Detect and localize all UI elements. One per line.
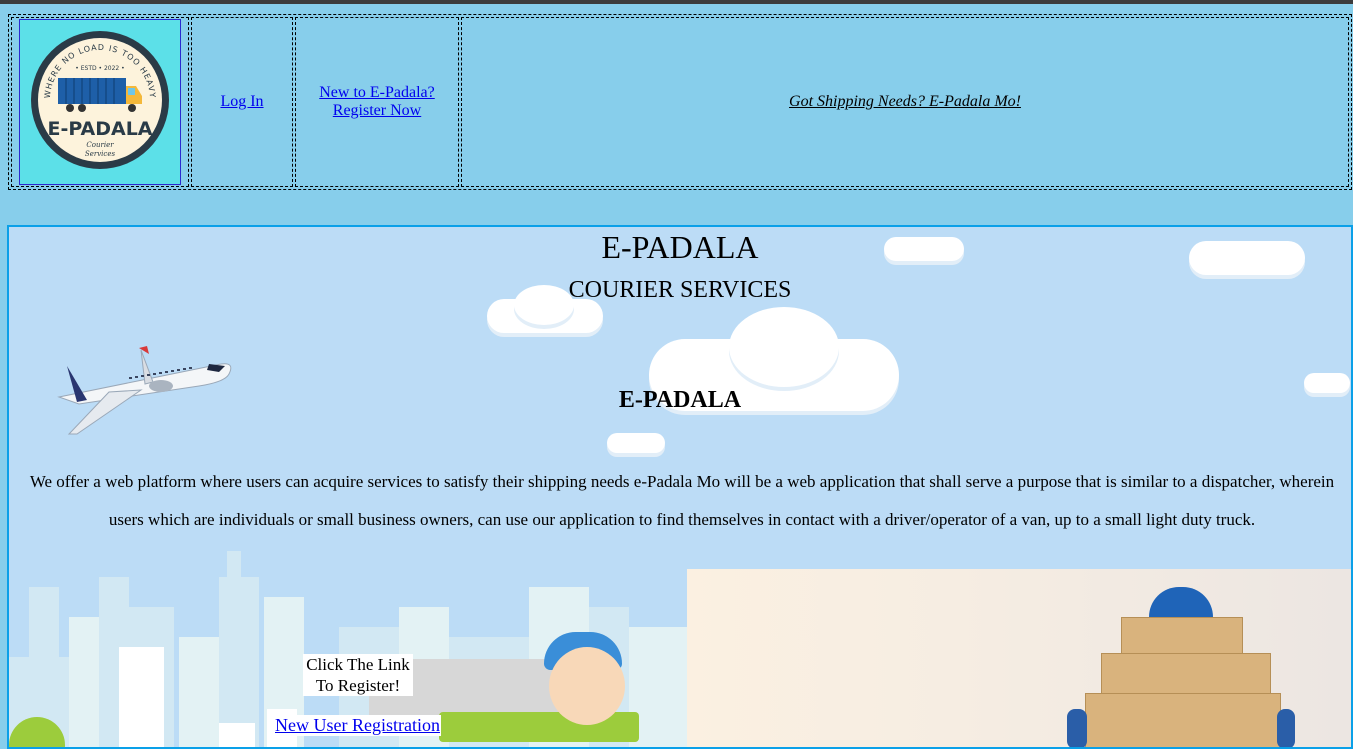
tagline: Got Shipping Needs? E-Padala Mo! bbox=[789, 93, 1021, 110]
logo-brand-text: E-PADALA bbox=[47, 118, 152, 140]
logo-image: WHERE NO LOAD IS TOO HEAVY • ESTD • 2022… bbox=[31, 31, 169, 169]
logo-sub-text: Courier bbox=[86, 141, 114, 149]
parcel-box bbox=[1101, 653, 1271, 695]
logo[interactable]: WHERE NO LOAD IS TOO HEAVY • ESTD • 2022… bbox=[19, 19, 181, 185]
cloud-decoration bbox=[729, 307, 839, 387]
register-cell: New to E-Padala? Register Now bbox=[295, 17, 459, 187]
tagline-cell: Got Shipping Needs? E-Padala Mo! bbox=[461, 17, 1349, 187]
parcel-box bbox=[1121, 617, 1243, 655]
cta-line1: Click The Link bbox=[306, 655, 410, 674]
navigation-table: WHERE NO LOAD IS TOO HEAVY • ESTD • 2022… bbox=[8, 14, 1352, 190]
hero-banner: E-PADALA COURIER SERVICES E-PADALA We of… bbox=[7, 225, 1353, 749]
register-link[interactable]: New to E-Padala? Register Now bbox=[319, 84, 435, 119]
delivery-person-photo bbox=[687, 569, 1351, 747]
logo-cell: WHERE NO LOAD IS TOO HEAVY • ESTD • 2022… bbox=[11, 17, 189, 187]
logo-estd-text: • ESTD • 2022 • bbox=[75, 65, 124, 72]
courier-mascot bbox=[549, 647, 625, 725]
truck-icon bbox=[58, 78, 126, 104]
worker-arm bbox=[1067, 709, 1087, 747]
login-cell: Log In bbox=[191, 17, 293, 187]
hero-heading: E-PADALA bbox=[618, 387, 742, 413]
register-call-to-action: Click The Link To Register! bbox=[303, 654, 413, 696]
hero-description: We offer a web platform where users can … bbox=[29, 472, 1335, 529]
cta-line2: To Register! bbox=[315, 676, 401, 695]
hero-subtitle: COURIER SERVICES bbox=[568, 277, 792, 303]
hero-title: E-PADALA bbox=[601, 229, 759, 265]
register-link-line2: Register Now bbox=[332, 102, 422, 119]
new-user-registration-link[interactable]: New User Registration bbox=[274, 715, 441, 736]
register-link-line1: New to E-Padala? bbox=[319, 84, 435, 101]
cloud-decoration bbox=[607, 433, 665, 453]
window-top-bar bbox=[0, 0, 1353, 4]
parcel-box bbox=[1085, 693, 1281, 747]
worker-arm bbox=[1277, 709, 1295, 747]
logo-sub-text-2: Services bbox=[85, 150, 116, 158]
login-link[interactable]: Log In bbox=[220, 93, 263, 110]
